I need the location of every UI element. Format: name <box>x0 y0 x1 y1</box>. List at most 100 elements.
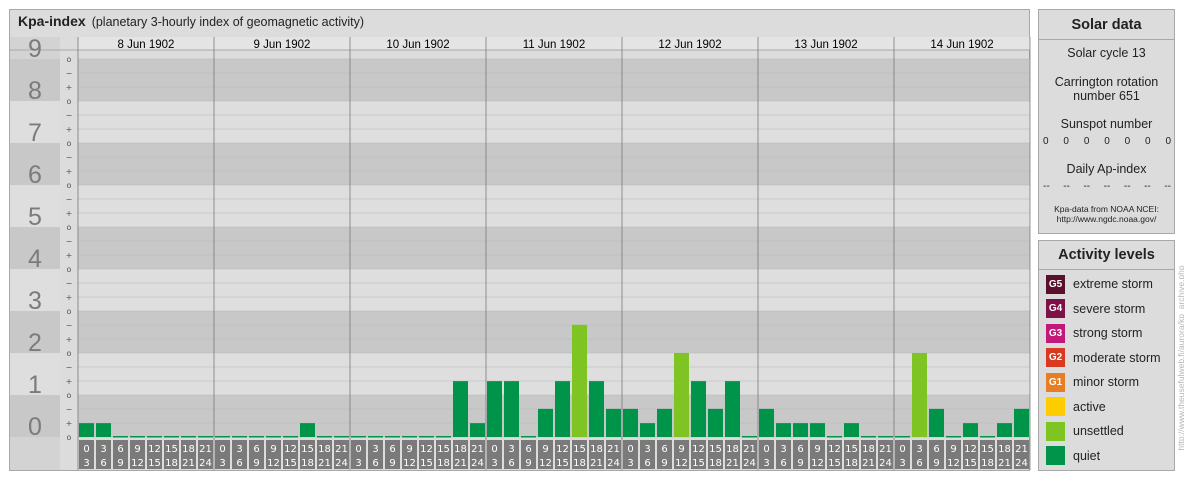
interval-start-label: 15 <box>845 444 858 455</box>
y-tick-label: 0 <box>28 413 42 441</box>
legend-label: severe storm <box>1073 301 1146 316</box>
legend-label: active <box>1073 399 1106 414</box>
kp-bar <box>623 408 638 437</box>
interval-start-label: 0 <box>219 444 225 455</box>
ap-value: -- <box>1123 181 1131 192</box>
interval-end-label: 21 <box>998 458 1011 469</box>
y-band <box>78 353 1030 395</box>
y-tick-label: 6 <box>28 161 42 189</box>
sub-tick-label: − <box>66 111 73 120</box>
kp-bar <box>470 423 485 437</box>
interval-end-label: 3 <box>355 458 361 469</box>
sub-tick-label: o <box>67 265 72 274</box>
sub-tick-label: + <box>66 377 73 386</box>
interval-end-label: 9 <box>661 458 667 469</box>
activity-divider <box>1039 269 1174 270</box>
kp-bar <box>436 436 451 438</box>
interval-end-label: 18 <box>981 458 994 469</box>
kp-bar <box>419 436 434 438</box>
interval-start-label: 3 <box>508 444 514 455</box>
y-tick-label: 3 <box>28 287 42 315</box>
interval-start-label: 3 <box>372 444 378 455</box>
interval-start-label: 12 <box>148 444 161 455</box>
sub-tick-label: o <box>67 223 72 232</box>
interval-start-label: 6 <box>253 444 259 455</box>
day-label: 10 Jun 1902 <box>386 39 449 51</box>
kp-bar <box>181 436 196 438</box>
sunspot-value: 0 <box>1124 136 1131 147</box>
kp-bar <box>147 436 162 438</box>
kp-bar <box>283 436 298 438</box>
legend-label: strong storm <box>1073 326 1143 340</box>
legend-swatch: G2 <box>1046 348 1065 367</box>
activity-levels-panel: Activity levels G5 extreme storm G4 severe … <box>1038 240 1175 471</box>
sub-tick-label: − <box>66 321 73 330</box>
interval-start-label: 18 <box>454 444 467 455</box>
sunspot-value: 0 <box>1063 136 1069 147</box>
interval-end-label: 21 <box>726 458 739 469</box>
ap-value: -- <box>1063 181 1070 192</box>
legend-item: G2 moderate storm <box>1046 348 1161 368</box>
legend-label: quiet <box>1073 448 1101 463</box>
sunspot-value: 0 <box>1165 136 1171 147</box>
interval-start-label: 15 <box>437 444 450 455</box>
interval-end-label: 18 <box>845 458 858 469</box>
interval-start-label: 9 <box>270 444 276 455</box>
legend-item: quiet <box>1046 446 1100 466</box>
kp-bar <box>980 436 995 438</box>
interval-start-label: 15 <box>573 444 586 455</box>
interval-end-label: 3 <box>627 458 633 469</box>
interval-end-label: 3 <box>83 458 89 469</box>
kp-bar <box>674 353 689 437</box>
chart-subtitle: (planetary 3-hourly index of geomagnetic… <box>91 15 365 29</box>
interval-end-label: 6 <box>236 458 242 469</box>
interval-start-label: 9 <box>406 444 412 455</box>
interval-end-label: 9 <box>117 458 123 469</box>
interval-end-label: 12 <box>811 458 824 469</box>
legend-swatch: G5 <box>1046 274 1065 294</box>
y-band <box>78 269 1030 311</box>
kp-bar <box>385 436 400 438</box>
interval-end-label: 15 <box>692 458 705 469</box>
interval-start-label: 18 <box>182 444 195 455</box>
sub-tick-label: + <box>66 209 73 218</box>
sub-tick-label: o <box>67 139 72 148</box>
sub-tick-label: + <box>66 251 73 260</box>
interval-start-label: 0 <box>763 444 769 455</box>
interval-end-label: 24 <box>471 458 484 469</box>
legend-label: moderate storm <box>1073 350 1161 365</box>
interval-end-label: 18 <box>573 458 586 469</box>
kp-bar <box>691 381 706 437</box>
kp-bar <box>912 353 927 437</box>
y-band <box>78 143 1030 185</box>
day-label: 8 Jun 1902 <box>118 39 175 51</box>
interval-start-label: 3 <box>644 444 650 455</box>
interval-end-label: 6 <box>644 458 650 469</box>
interval-end-label: 12 <box>403 458 416 469</box>
interval-start-label: 21 <box>471 444 484 455</box>
ap-value: -- <box>1144 181 1151 192</box>
interval-end-label: 24 <box>335 458 348 469</box>
interval-start-label: 12 <box>828 444 841 455</box>
interval-start-label: 12 <box>964 444 977 455</box>
interval-start-label: 9 <box>678 444 684 455</box>
interval-start-label: 12 <box>420 444 433 455</box>
chart-title-text: Kpa-index <box>18 13 86 29</box>
sunspot-value: 0 <box>1104 136 1110 147</box>
interval-end-label: 15 <box>556 458 569 469</box>
interval-start-label: 15 <box>165 444 178 455</box>
interval-start-label: 3 <box>236 444 242 455</box>
interval-end-label: 3 <box>763 458 769 469</box>
interval-start-label: 6 <box>389 444 395 455</box>
legend-item: G4 severe storm <box>1046 299 1145 319</box>
interval-start-label: 15 <box>709 444 722 455</box>
interval-end-label: 6 <box>372 458 378 469</box>
legend-swatch: G4 <box>1046 299 1065 318</box>
interval-end-label: 21 <box>318 458 331 469</box>
kp-bar <box>810 423 825 437</box>
interval-start-label: 6 <box>933 444 939 455</box>
interval-start-label: 18 <box>726 444 739 455</box>
y-tick-label: 2 <box>28 329 42 357</box>
interval-start-label: 9 <box>814 444 820 455</box>
sub-tick-label: o <box>67 97 72 106</box>
